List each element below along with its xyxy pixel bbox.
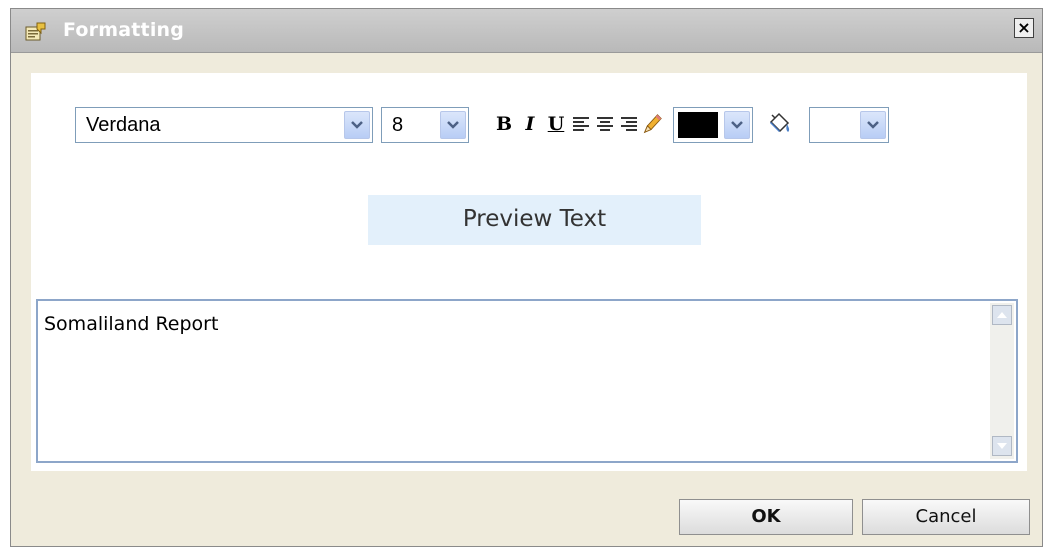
scroll-down-button[interactable] [992,436,1012,456]
text-color-swatch [678,112,718,138]
pencil-icon [643,114,662,134]
text-editor[interactable]: Somaliland Report [36,299,1018,463]
align-left-icon [573,117,589,131]
ok-button[interactable]: OK [679,499,853,535]
text-color-select[interactable] [673,107,753,143]
background-color-button[interactable] [765,111,793,137]
font-size-value: 8 [392,114,404,136]
chevron-down-icon[interactable] [860,111,886,139]
formatting-toolbar: Verdana 8 B I U [75,107,995,145]
title-bar[interactable]: Formatting × [11,9,1042,53]
preview-box: Preview Text [368,195,701,245]
align-right-icon [621,117,637,131]
font-size-select[interactable]: 8 [381,107,469,143]
close-button[interactable]: × [1014,18,1034,38]
bold-button[interactable]: B [493,111,515,137]
chevron-down-icon[interactable] [440,111,466,139]
paint-bucket-icon [769,112,790,133]
close-icon: × [1017,18,1031,37]
font-family-select[interactable]: Verdana [75,107,373,143]
dialog-icon [25,21,47,41]
triangle-up-icon [997,312,1007,318]
bold-icon: B [495,113,513,135]
editor-scrollbar[interactable] [990,303,1014,459]
align-center-button[interactable] [594,111,616,137]
scroll-up-button[interactable] [992,305,1012,325]
preview-text: Preview Text [462,206,607,232]
dialog-title: Formatting [63,19,185,41]
align-center-icon [597,117,613,131]
italic-icon: I [525,113,535,135]
background-color-select[interactable] [809,107,889,143]
text-color-button[interactable] [641,111,663,137]
font-family-value: Verdana [86,114,161,136]
chevron-down-icon[interactable] [344,111,370,139]
underline-button[interactable]: U [545,111,567,137]
underline-icon: U [547,113,565,135]
align-right-button[interactable] [618,111,640,137]
formatting-panel: Verdana 8 B I U Preview Text Somaliland … [31,73,1027,471]
align-left-button[interactable] [570,111,592,137]
formatting-dialog: Formatting × Verdana 8 B I U Preview Tex… [10,8,1043,547]
cancel-button[interactable]: Cancel [862,499,1030,535]
chevron-down-icon[interactable] [724,111,750,139]
triangle-down-icon [997,443,1007,449]
editor-text: Somaliland Report [44,313,219,335]
italic-button[interactable]: I [519,111,541,137]
